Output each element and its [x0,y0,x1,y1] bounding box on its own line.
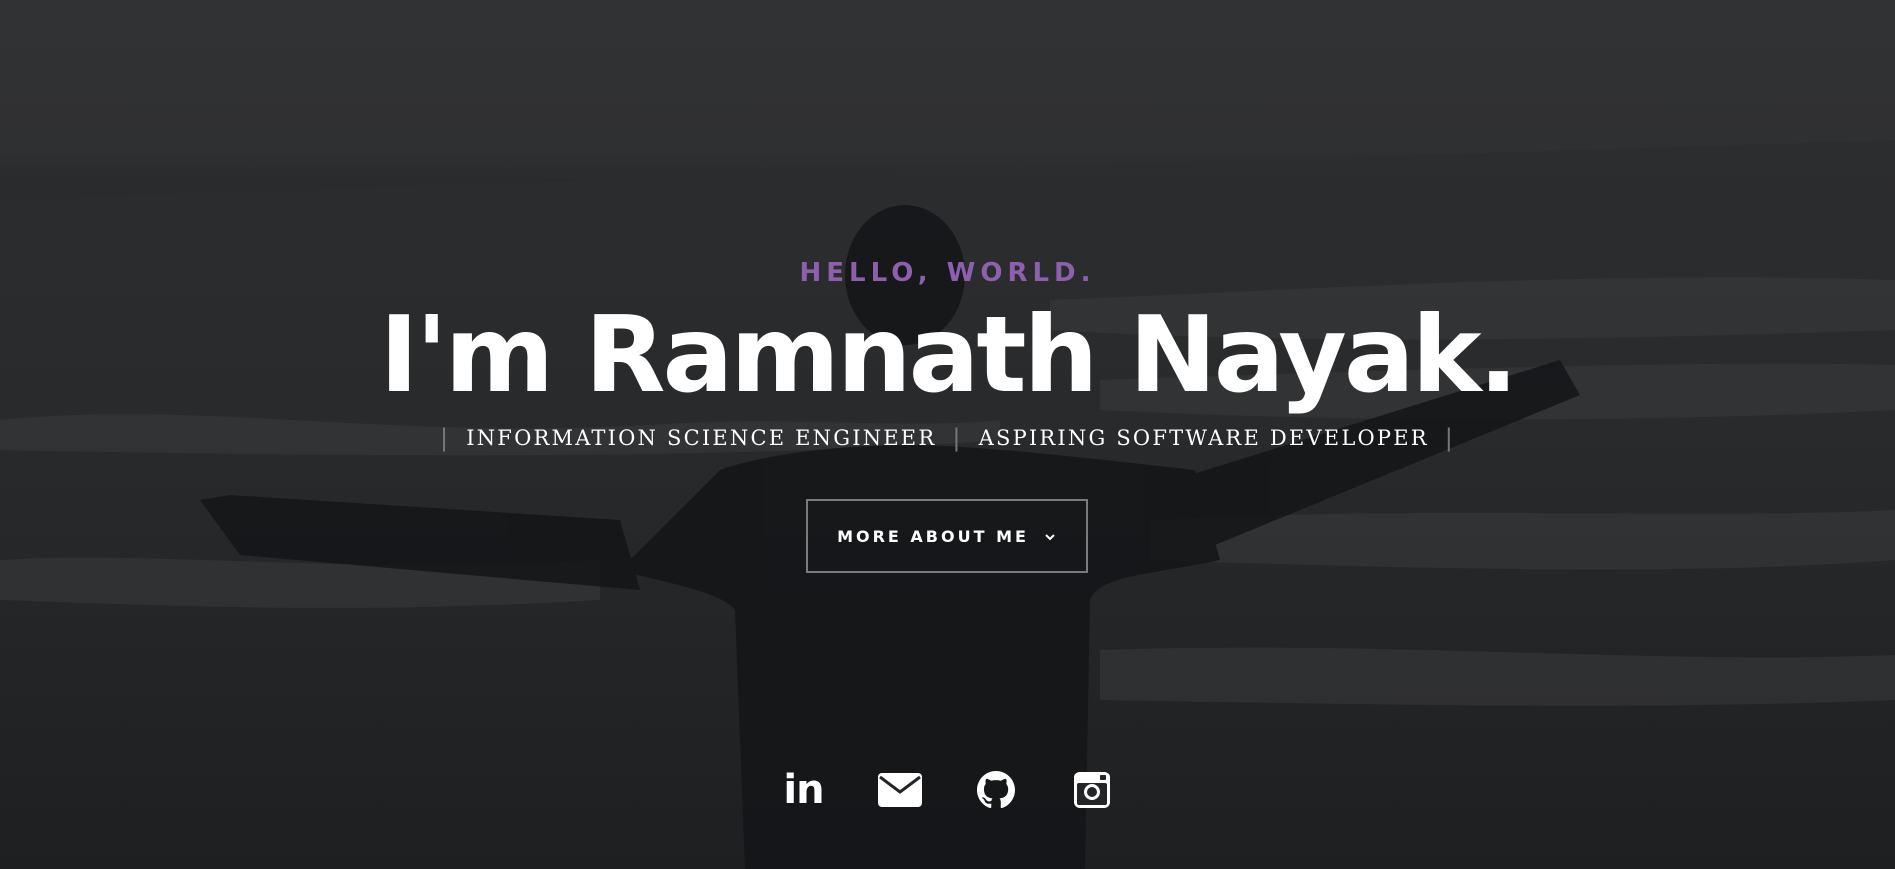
role-aspiring-software-developer: ASPIRING SOFTWARE DEVELOPER [978,426,1429,450]
social-links: in [0,765,1895,815]
hero-content: HELLO, WORLD. I'm Ramnath Nayak. | INFOR… [0,0,1895,869]
hero-roles: | INFORMATION SCIENCE ENGINEER | ASPIRIN… [0,424,1895,452]
github-link[interactable] [974,768,1018,812]
role-information-science-engineer: INFORMATION SCIENCE ENGINEER [466,426,937,450]
envelope-icon [877,773,922,807]
hero-greeting: HELLO, WORLD. [799,258,1096,288]
role-separator: | [1444,424,1456,452]
more-about-me-button[interactable]: MORE ABOUT ME [806,499,1088,573]
github-icon [976,771,1015,809]
hero-headline: I'm Ramnath Nayak. [379,294,1519,416]
linkedin-link[interactable]: in [782,768,826,812]
role-separator: | [439,424,451,452]
instagram-icon [1073,772,1110,808]
hero-section: HELLO, WORLD. I'm Ramnath Nayak. | INFOR… [0,0,1895,869]
chevron-down-icon [1043,529,1057,543]
linkedin-icon: in [783,767,824,813]
more-about-me-label: MORE ABOUT ME [837,526,1029,546]
email-link[interactable] [877,768,922,812]
role-separator: | [952,424,963,452]
instagram-link[interactable] [1070,768,1114,812]
